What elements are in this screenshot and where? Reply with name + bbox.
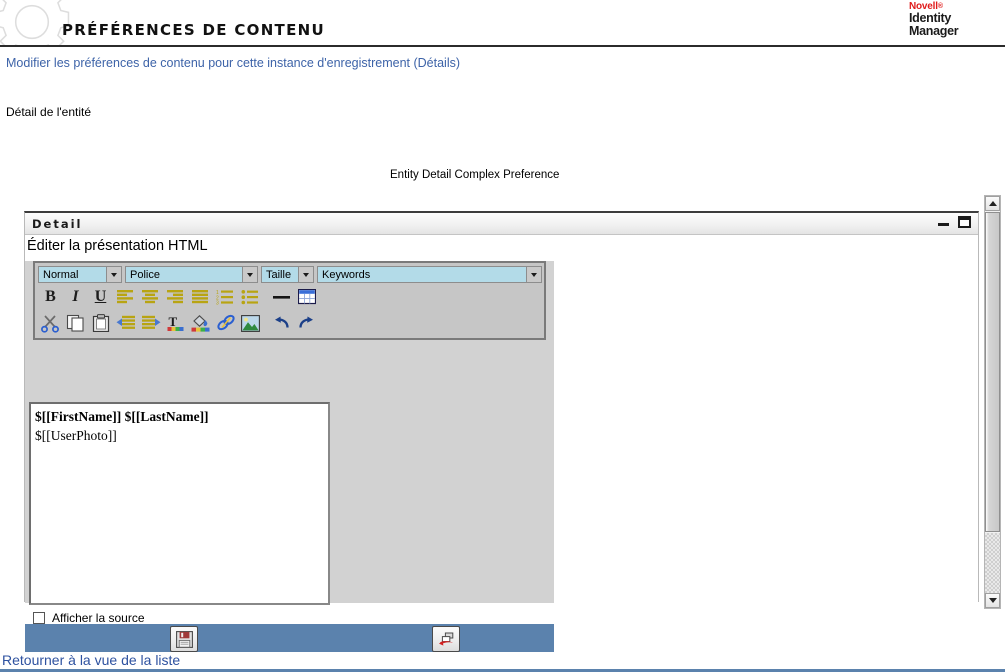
align-justify-icon: [192, 290, 208, 304]
insert-link-button[interactable]: [213, 311, 238, 335]
html-content-editable[interactable]: $[[FirstName]] $[[LastName]] $[[UserPhot…: [29, 402, 330, 605]
detail-panel-body: Éditer la présentation HTML Normal Polic…: [25, 235, 978, 652]
align-left-button[interactable]: [113, 285, 138, 309]
paragraph-style-select[interactable]: Normal: [38, 266, 122, 283]
text-color-icon: T: [167, 314, 184, 331]
redo-button[interactable]: [294, 311, 319, 335]
bold-button[interactable]: B: [38, 285, 63, 309]
italic-button[interactable]: I: [63, 285, 88, 309]
editor-toolbar: Normal Police Taille Keywords B I U 1 2 …: [33, 261, 546, 340]
font-size-select[interactable]: Taille: [261, 266, 314, 283]
ordered-list-button[interactable]: 1 2 3: [213, 285, 238, 309]
page-scrollbar[interactable]: [984, 195, 1001, 609]
editor-heading: Éditer la présentation HTML: [27, 238, 208, 254]
undo-button[interactable]: [269, 311, 294, 335]
page-header: PRÉFÉRENCES DE CONTENU Novell® Identity …: [0, 0, 1005, 47]
chevron-down-icon: [526, 267, 541, 282]
html-editor-region: Normal Police Taille Keywords B I U 1 2 …: [25, 261, 554, 652]
detail-panel-titlebar: Detail: [25, 213, 978, 235]
detail-panel-title: Detail: [32, 217, 83, 231]
insert-image-button[interactable]: [238, 311, 263, 335]
outdent-icon: [116, 315, 135, 329]
image-icon: [241, 314, 260, 332]
insert-table-button[interactable]: [294, 285, 319, 309]
show-source-checkbox[interactable]: [33, 612, 45, 624]
cancel-button[interactable]: [432, 626, 460, 652]
editor-action-bar: [25, 624, 554, 652]
save-button[interactable]: [170, 626, 198, 652]
copy-button[interactable]: [63, 311, 88, 335]
text-color-button[interactable]: T: [163, 311, 188, 335]
show-source-row: Afficher la source: [33, 611, 145, 625]
floppy-disk-icon: [175, 630, 193, 648]
font-size-value: Taille: [266, 268, 292, 281]
horizontal-rule-button[interactable]: [269, 285, 294, 309]
entity-detail-complex-preference-label: Entity Detail Complex Preference: [390, 169, 560, 181]
clipboard-icon: [92, 314, 109, 332]
paragraph-style-value: Normal: [43, 268, 79, 281]
toolbar-select-row: Normal Police Taille Keywords: [38, 266, 542, 283]
toolbar-edit-row: T: [38, 311, 319, 335]
scissors-icon: [40, 314, 59, 333]
align-left-icon: [117, 290, 133, 304]
brand-manager-text: Manager: [909, 23, 959, 38]
indent-icon: [141, 315, 160, 329]
font-family-value: Police: [130, 268, 160, 281]
horizontal-rule-icon: [273, 296, 290, 299]
svg-text:T: T: [169, 314, 178, 329]
copy-icon: [66, 314, 84, 332]
chevron-down-icon: [298, 267, 313, 282]
scrollbar-thumb[interactable]: [985, 212, 1000, 532]
scroll-down-arrow-icon[interactable]: [985, 593, 1000, 608]
editor-line-2: $[[UserPhoto]]: [35, 428, 117, 444]
window-controls: [938, 216, 971, 228]
align-center-button[interactable]: [138, 285, 163, 309]
cut-button[interactable]: [38, 311, 63, 335]
novell-identity-manager-logo: Novell® Identity Manager: [909, 1, 997, 38]
italic-icon: I: [72, 288, 79, 305]
align-right-icon: [167, 290, 183, 304]
underline-icon: U: [94, 288, 107, 305]
chevron-down-icon: [242, 267, 257, 282]
background-color-button[interactable]: [188, 311, 213, 335]
entity-detail-label: Détail de l'entité: [6, 105, 92, 119]
numbered-list-icon: 1 2 3: [216, 290, 233, 306]
modify-content-preferences-link[interactable]: Modifier les préférences de contenu pour…: [6, 56, 460, 70]
unordered-list-button[interactable]: [238, 285, 263, 309]
revert-icon: [438, 632, 453, 646]
minimize-icon[interactable]: [938, 216, 949, 228]
redo-icon: [299, 316, 313, 328]
return-to-list-view-link[interactable]: Retourner à la vue de la liste: [2, 652, 180, 668]
paste-button[interactable]: [88, 311, 113, 335]
bold-icon: B: [45, 288, 56, 305]
keywords-select[interactable]: Keywords: [317, 266, 542, 283]
fill-color-icon: [191, 315, 210, 332]
editor-line-1: $[[FirstName]] $[[LastName]]: [35, 409, 209, 424]
indent-button[interactable]: [138, 311, 163, 335]
maximize-icon[interactable]: [958, 216, 971, 228]
align-justify-button[interactable]: [188, 285, 213, 309]
underline-button[interactable]: U: [88, 285, 113, 309]
outdent-button[interactable]: [113, 311, 138, 335]
align-right-button[interactable]: [163, 285, 188, 309]
toolbar-format-row: B I U 1 2 3: [38, 285, 319, 309]
svg-text:3: 3: [216, 301, 219, 306]
page-title: PRÉFÉRENCES DE CONTENU: [62, 21, 325, 39]
align-center-icon: [142, 290, 158, 304]
undo-icon: [275, 316, 289, 328]
keywords-value: Keywords: [322, 268, 371, 281]
chevron-down-icon: [106, 267, 121, 282]
table-icon: [297, 289, 316, 305]
detail-panel: Detail Éditer la présentation HTML Norma…: [24, 211, 979, 652]
link-icon: [216, 314, 235, 331]
registered-mark: ®: [937, 3, 943, 10]
font-family-select[interactable]: Police: [125, 266, 258, 283]
scrollbar-track[interactable]: [985, 533, 1000, 593]
bulleted-list-icon: [241, 290, 258, 305]
scroll-up-arrow-icon[interactable]: [985, 196, 1000, 211]
show-source-label: Afficher la source: [52, 611, 145, 625]
